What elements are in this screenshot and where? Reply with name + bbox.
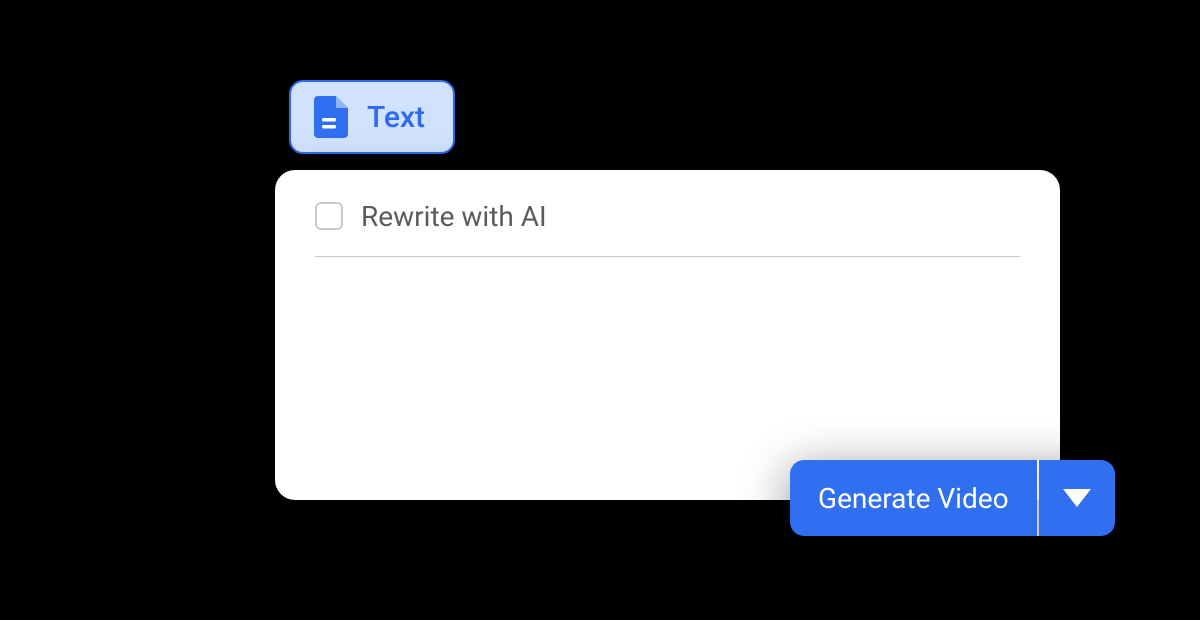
generate-video-group: Generate Video [790,460,1115,536]
rewrite-row: Rewrite with AI [315,198,1020,234]
divider [315,256,1020,257]
generate-video-dropdown[interactable] [1039,460,1115,536]
generate-video-button[interactable]: Generate Video [790,460,1037,536]
rewrite-label: Rewrite with AI [361,200,547,233]
script-textarea[interactable] [315,275,1024,459]
tab-text[interactable]: Text [289,80,455,154]
document-icon [313,95,349,139]
rewrite-checkbox[interactable] [315,202,343,230]
text-input-panel: Rewrite with AI [275,170,1060,500]
tab-text-label: Text [367,100,425,135]
generate-video-label: Generate Video [818,482,1009,515]
chevron-down-icon [1063,489,1091,507]
